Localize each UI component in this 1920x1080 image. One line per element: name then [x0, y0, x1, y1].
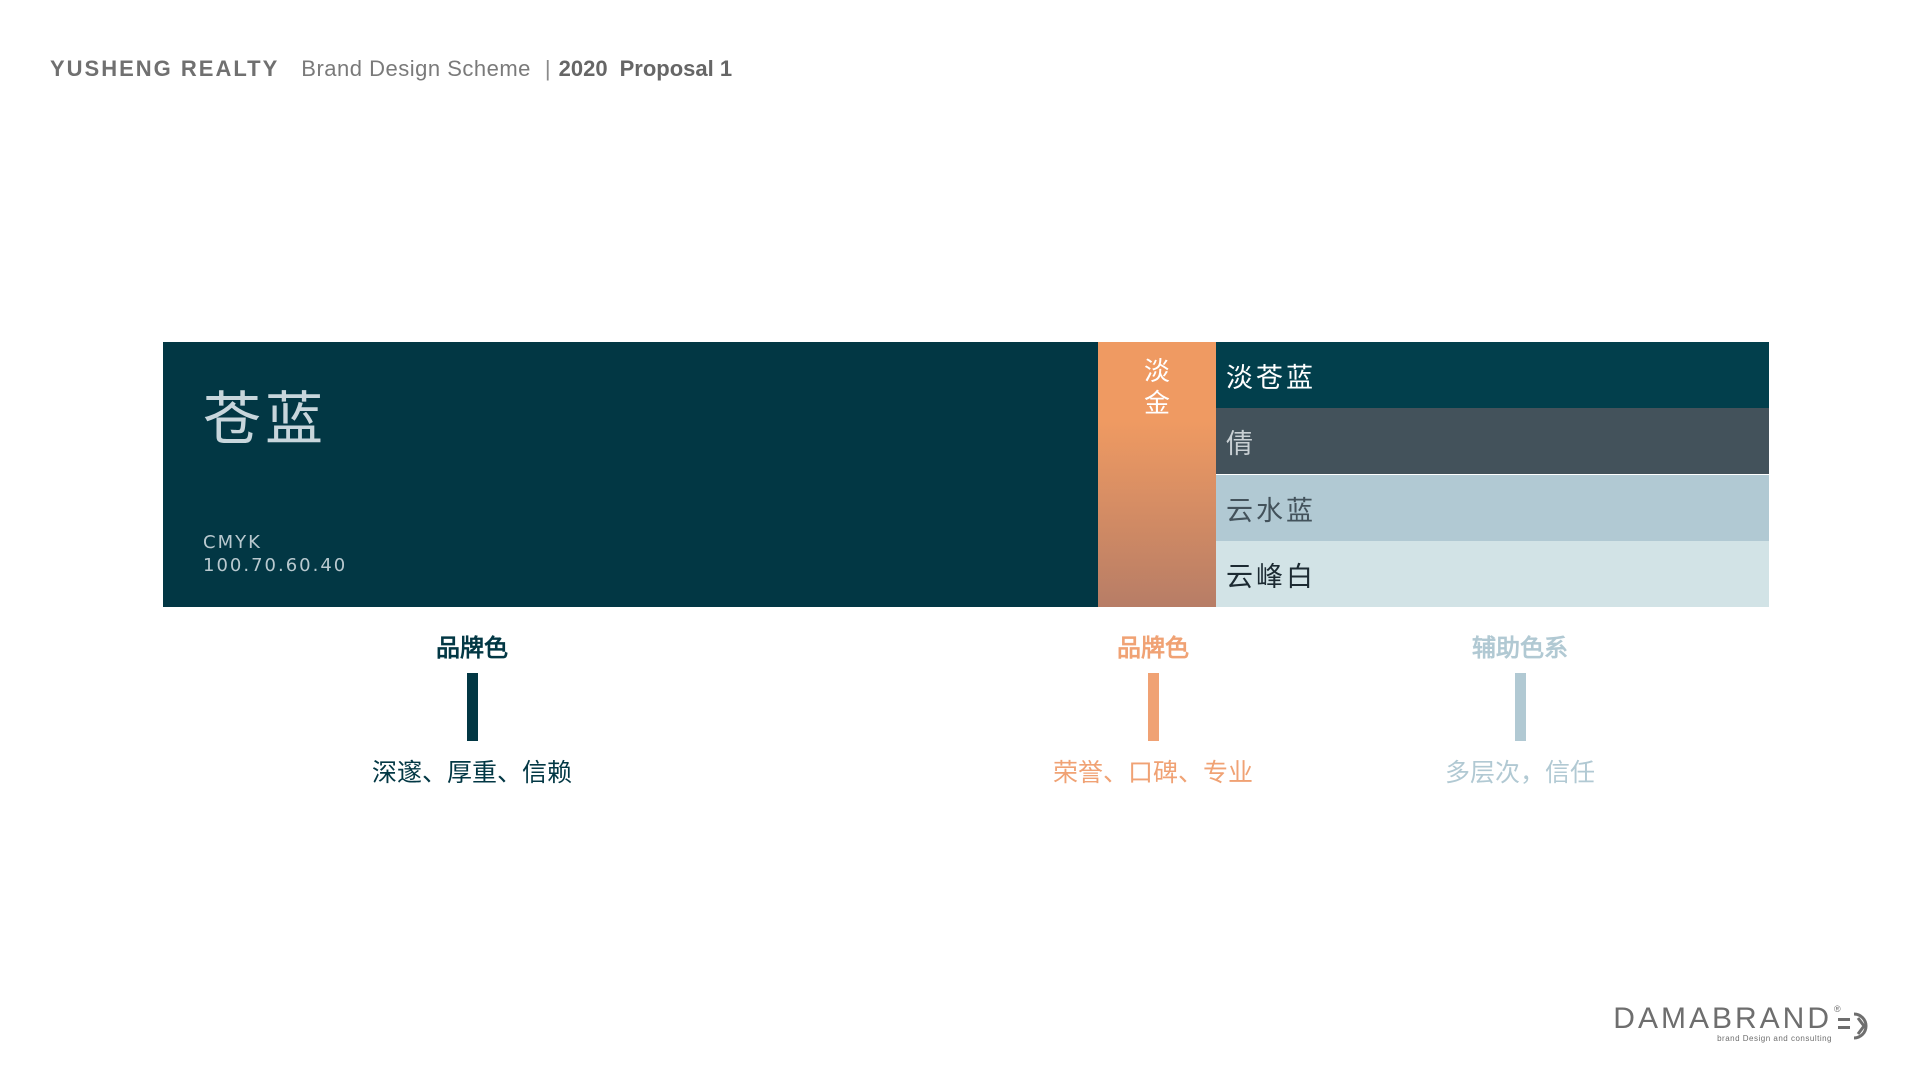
aux-swatch-slate: 倩 [1216, 408, 1769, 474]
auxiliary-color-legend: 辅助色系 多层次，信任 [1420, 628, 1620, 789]
company-name: YUSHENG REALTY [50, 56, 280, 81]
logo-wordmark: DAMABRAND [1613, 1002, 1832, 1035]
aux-swatch-label: 云峰白 [1226, 561, 1316, 593]
logo-tagline: brand Design and consulting [1717, 1034, 1832, 1043]
brand-color-legend-gold: 品牌色 荣誉、口碑、专业 [1053, 628, 1253, 789]
main-color-name: 苍蓝 [203, 385, 328, 453]
cmyk-value: 100.70.60.40 [203, 555, 348, 576]
legend-title: 品牌色 [436, 634, 508, 662]
logo-mark-icon: ® [1834, 1004, 1868, 1040]
legend-bar [1147, 673, 1159, 741]
page-header: YUSHENG REALTY Brand Design Scheme | 202… [50, 56, 732, 82]
aux-swatch-label: 淡苍蓝 [1226, 362, 1316, 394]
legend-description: 多层次，信任 [1444, 758, 1595, 787]
aux-swatch-label: 倩 [1226, 428, 1256, 460]
auxiliary-colors: 淡苍蓝 倩 云水蓝 云峰白 [1216, 342, 1769, 607]
aux-swatch-cloud-peak-white: 云峰白 [1216, 541, 1769, 607]
cmyk-label: CMYK [203, 532, 262, 553]
gold-color-swatch: 淡金 [1098, 342, 1216, 607]
aux-swatch-label: 云水蓝 [1226, 495, 1316, 527]
aux-swatch-cloud-water-blue: 云水蓝 [1216, 475, 1769, 541]
legend-description: 深邃、厚重、信赖 [372, 758, 573, 787]
gold-color-name: 淡金 [1143, 357, 1170, 419]
header-year: 2020 [558, 56, 608, 81]
main-color-swatch: 苍蓝 CMYK 100.70.60.40 [163, 342, 1098, 607]
legend-bar [466, 673, 478, 741]
brand-color-legend-primary: 品牌色 深邃、厚重、信赖 [372, 628, 572, 789]
color-palette: 苍蓝 CMYK 100.70.60.40 淡金 淡苍蓝 倩 云水蓝 云峰白 [163, 342, 1769, 607]
damabrand-logo: DAMABRAND brand Design and consulting ® [1613, 1004, 1880, 1044]
legend-title: 辅助色系 [1472, 634, 1568, 662]
header-separator: | [544, 56, 551, 81]
registered-mark: ® [1834, 1004, 1841, 1014]
legend-title: 品牌色 [1117, 634, 1189, 662]
scheme-title: Brand Design Scheme [301, 56, 531, 81]
aux-swatch-light-blue: 淡苍蓝 [1216, 342, 1769, 408]
legend-description: 荣誉、口碑、专业 [1053, 758, 1254, 787]
proposal-label: Proposal 1 [619, 56, 733, 81]
legend-bar [1514, 673, 1526, 741]
